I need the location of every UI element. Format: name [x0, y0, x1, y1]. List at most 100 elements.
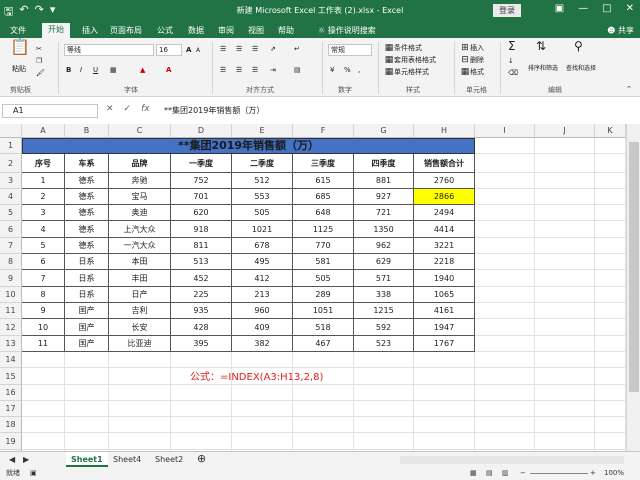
underline-button[interactable]: U — [93, 65, 98, 75]
tab-help[interactable]: 帮助 — [276, 24, 296, 37]
find-select-icon[interactable]: ⚲ — [574, 40, 583, 52]
table-cell[interactable]: 本田 — [109, 254, 171, 270]
share-button[interactable]: ☻ 共享 — [607, 24, 634, 37]
sheet-cell[interactable] — [475, 154, 535, 173]
table-cell[interactable]: 721 — [354, 205, 414, 221]
sheet-cell[interactable] — [293, 352, 354, 368]
sheet-cell[interactable] — [595, 254, 626, 270]
row-header[interactable]: 12 — [0, 319, 22, 336]
add-sheet-icon[interactable]: ⊕ — [192, 452, 211, 467]
column-header-h[interactable]: H — [414, 124, 475, 138]
table-cell[interactable]: 452 — [171, 270, 232, 287]
horizontal-scrollbar[interactable] — [400, 456, 624, 464]
table-cell[interactable]: 553 — [232, 189, 293, 205]
sheet-cell[interactable] — [22, 417, 65, 433]
table-cell[interactable]: 962 — [354, 238, 414, 254]
table-cell[interactable]: 213 — [232, 287, 293, 303]
table-cell[interactable]: 581 — [293, 254, 354, 270]
table-cell[interactable]: 德系 — [65, 221, 109, 238]
sheet-cell[interactable] — [475, 417, 535, 433]
header-cell[interactable]: 销售额合计 — [414, 154, 475, 173]
table-cell[interactable]: 8 — [22, 287, 65, 303]
sheet-cell[interactable] — [595, 205, 626, 221]
column-header-a[interactable]: A — [22, 124, 65, 138]
sheet-cell[interactable] — [535, 433, 595, 450]
table-cell[interactable]: 比亚迪 — [109, 336, 171, 352]
row-header[interactable]: 17 — [0, 401, 22, 417]
paste-icon[interactable]: 📋 — [10, 39, 30, 55]
sheet-cell[interactable] — [22, 433, 65, 450]
table-cell[interactable]: 日产 — [109, 287, 171, 303]
table-cell[interactable]: 495 — [232, 254, 293, 270]
table-cell[interactable]: 德系 — [65, 189, 109, 205]
table-cell[interactable]: 2866 — [414, 189, 475, 205]
close-icon[interactable]: ✕ — [626, 3, 634, 14]
vertical-scroll-thumb[interactable] — [629, 142, 639, 392]
sheet-cell[interactable] — [475, 352, 535, 368]
row-header[interactable]: 8 — [0, 254, 22, 270]
sheet-cell[interactable] — [293, 417, 354, 433]
sheet-cell[interactable] — [109, 368, 171, 385]
sheet-cell[interactable] — [22, 368, 65, 385]
number-format-select[interactable]: 常规 — [328, 44, 372, 56]
table-cell[interactable]: 382 — [232, 336, 293, 352]
name-box[interactable]: A1 — [2, 104, 98, 118]
cell-styles-button[interactable]: ▦单元格样式 — [384, 67, 429, 77]
sheet-cell[interactable] — [65, 401, 109, 417]
tab-file[interactable]: 文件 — [8, 24, 28, 37]
bottom-align-icon[interactable]: ☰ — [252, 44, 258, 54]
font-name-select[interactable]: 等线 — [64, 44, 154, 56]
minimize-icon[interactable]: — — [578, 3, 588, 14]
vertical-scrollbar[interactable] — [626, 124, 640, 451]
table-cell[interactable]: 1350 — [354, 221, 414, 238]
sheet-cell[interactable] — [475, 401, 535, 417]
sheet-cell[interactable] — [109, 385, 171, 401]
table-cell[interactable]: 国产 — [65, 319, 109, 336]
sheet-cell[interactable] — [414, 401, 475, 417]
table-cell[interactable]: 960 — [232, 303, 293, 319]
table-cell[interactable]: 德系 — [65, 238, 109, 254]
table-cell[interactable]: 1947 — [414, 319, 475, 336]
column-header-b[interactable]: B — [65, 124, 109, 138]
formula-note[interactable]: 公式：=INDEX(A3:H13,2,8) — [190, 368, 323, 383]
conditional-format-button[interactable]: ▦条件格式 — [384, 43, 422, 53]
table-cell[interactable]: 德系 — [65, 205, 109, 221]
sheet-cell[interactable] — [595, 319, 626, 336]
tab-data[interactable]: 数据 — [186, 24, 206, 37]
sheet-cell[interactable] — [535, 303, 595, 319]
table-cell[interactable]: 927 — [354, 189, 414, 205]
table-cell[interactable]: 1065 — [414, 287, 475, 303]
align-right-icon[interactable]: ☰ — [252, 65, 258, 75]
table-cell[interactable]: 丰田 — [109, 270, 171, 287]
enter-icon[interactable]: ✓ — [124, 104, 132, 114]
sheet-cell[interactable] — [475, 319, 535, 336]
sheet-cell[interactable] — [535, 319, 595, 336]
table-cell[interactable]: 338 — [354, 287, 414, 303]
sheet-cell[interactable] — [595, 401, 626, 417]
sheet-cell[interactable] — [535, 336, 595, 352]
ribbon-display-icon[interactable]: ▣ — [555, 3, 564, 14]
sheet-cell[interactable] — [109, 352, 171, 368]
header-cell[interactable]: 序号 — [22, 154, 65, 173]
sheet-cell[interactable] — [475, 173, 535, 189]
orientation-icon[interactable]: ⇗ — [270, 44, 276, 54]
middle-align-icon[interactable]: ☰ — [236, 44, 242, 54]
table-cell[interactable]: 2494 — [414, 205, 475, 221]
sheet-cell[interactable] — [354, 417, 414, 433]
wrap-text-icon[interactable]: ↵ — [294, 44, 300, 54]
zoom-in-icon[interactable]: + — [590, 467, 596, 480]
table-cell[interactable]: 685 — [293, 189, 354, 205]
italic-button[interactable]: I — [80, 65, 82, 75]
tab-view[interactable]: 视图 — [246, 24, 266, 37]
bold-button[interactable]: B — [66, 65, 71, 75]
sheet-cell[interactable] — [535, 154, 595, 173]
tab-formulas[interactable]: 公式 — [155, 24, 175, 37]
sheet-cell[interactable] — [414, 433, 475, 450]
tab-review[interactable]: 审阅 — [216, 24, 236, 37]
header-cell[interactable]: 一季度 — [171, 154, 232, 173]
sheet-cell[interactable] — [171, 433, 232, 450]
table-cell[interactable]: 571 — [354, 270, 414, 287]
sheet-cell[interactable] — [595, 385, 626, 401]
table-cell[interactable]: 6 — [22, 254, 65, 270]
tab-insert[interactable]: 插入 — [80, 24, 100, 37]
